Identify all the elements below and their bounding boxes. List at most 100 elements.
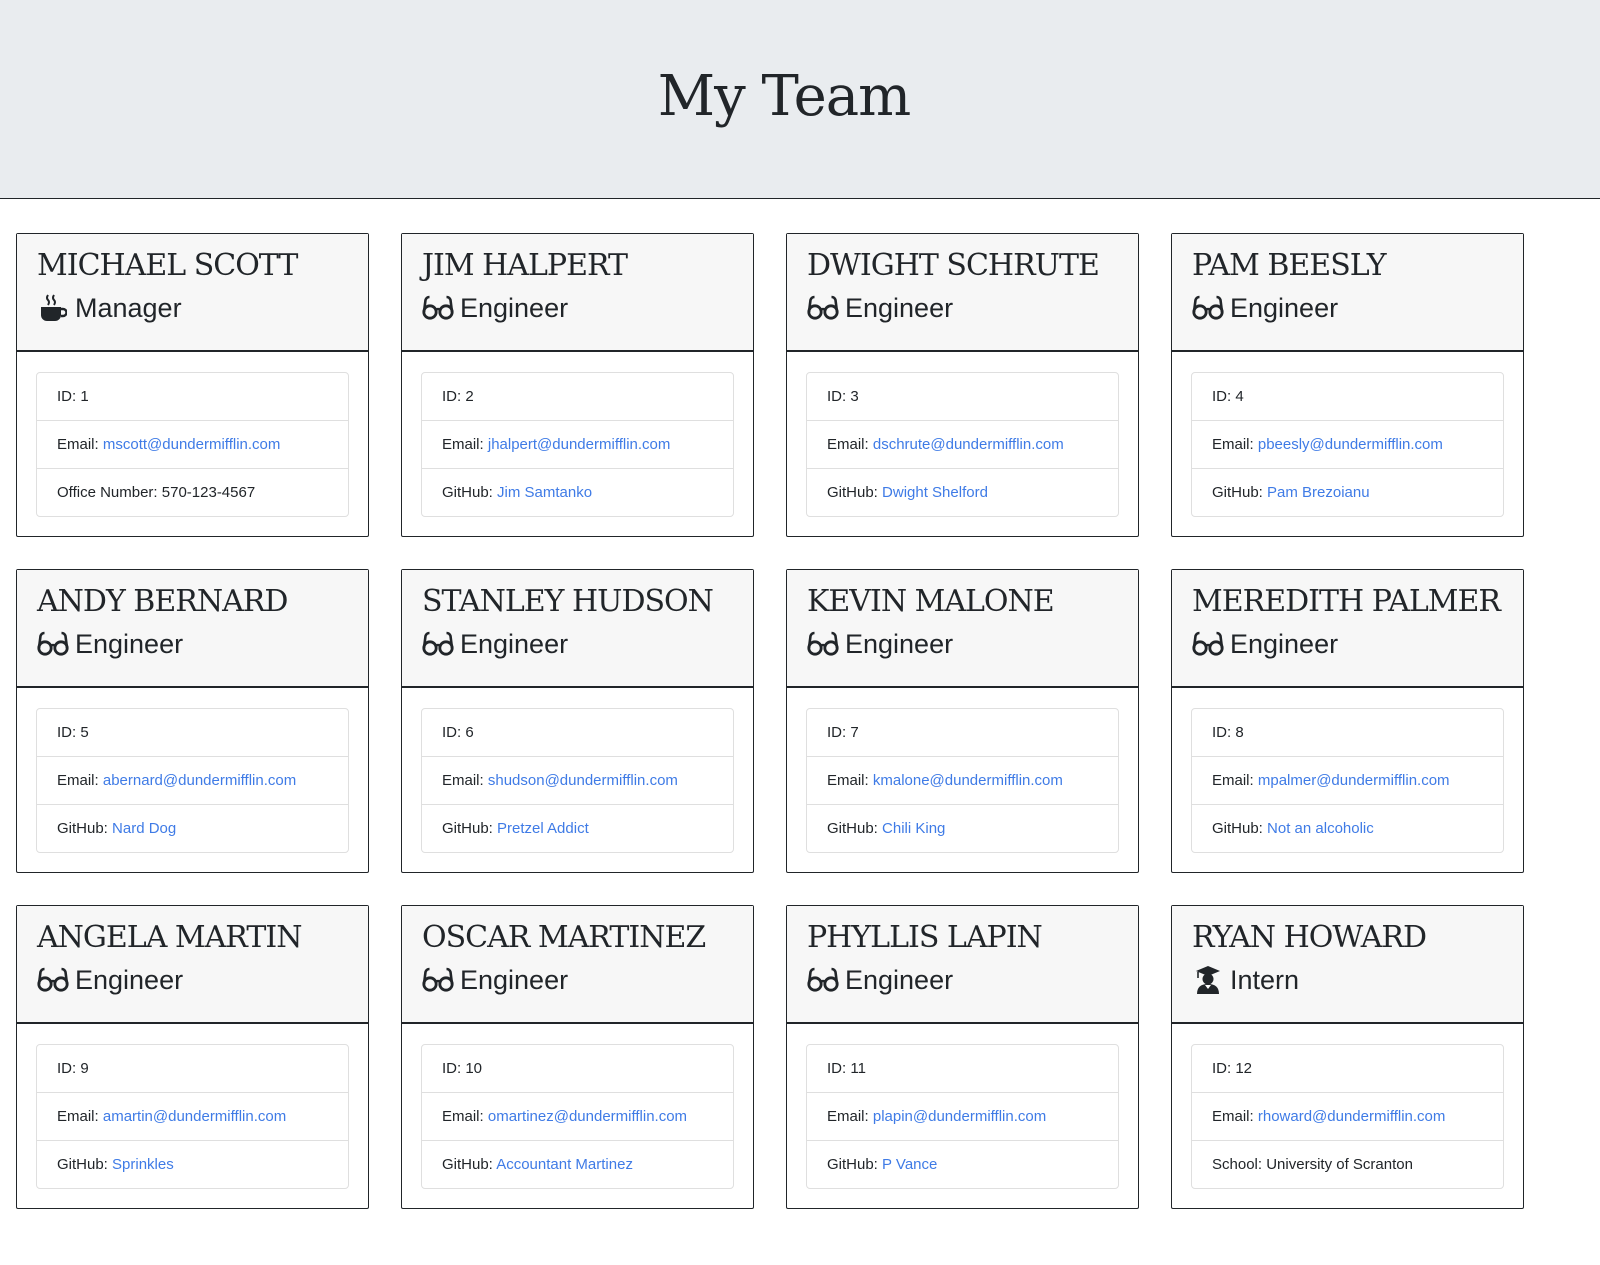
employee-card-3: DWIGHT SCHRUTE Engineer ID: 3 Email: dsc… [786,233,1139,537]
role-label: Manager [75,293,182,323]
info-list: ID: 7 Email: kmalone@dundermifflin.com G… [806,708,1119,853]
card-body: ID: 4 Email: pbeesly@dundermifflin.com G… [1172,352,1523,517]
email-row: Email: rhoward@dundermifflin.com [1192,1092,1503,1140]
employee-card-9: ANGELA MARTIN Engineer ID: 9 Email: amar… [16,905,369,1209]
email-link[interactable]: dschrute@dundermifflin.com [873,436,1064,453]
id-row: ID: 10 [422,1045,733,1092]
email-label: Email: [1212,1108,1254,1125]
id-value: 4 [1235,388,1244,405]
github-link[interactable]: Jim Samtanko [497,484,592,501]
employee-name: STANLEY HUDSON [422,584,714,619]
employee-name: MEREDITH PALMER [1192,584,1501,619]
email-link[interactable]: abernard@dundermifflin.com [103,772,296,789]
extra-label: GitHub: [1212,484,1263,501]
extra-value: University of Scranton [1266,1156,1413,1173]
extra-label: GitHub: [442,1156,493,1173]
github-link[interactable]: Not an alcoholic [1267,820,1374,837]
extra-label: GitHub: [57,1156,108,1173]
employee-name: PHYLLIS LAPIN [807,920,1043,955]
id-value: 5 [80,724,89,741]
email-link[interactable]: mscott@dundermifflin.com [103,436,281,453]
id-value: 1 [80,388,89,405]
extra-row: GitHub: Nard Dog [37,804,348,852]
employee-role: Engineer [1192,626,1503,662]
glasses-icon [422,293,454,323]
employee-role: Engineer [37,626,348,662]
employee-role: Engineer [807,626,1118,662]
email-row: Email: dschrute@dundermifflin.com [807,420,1118,468]
email-link[interactable]: jhalpert@dundermifflin.com [488,436,671,453]
card-header: KEVIN MALONE Engineer [787,570,1138,688]
github-link[interactable]: Chili King [882,820,945,837]
card-header: OSCAR MARTINEZ Engineer [402,906,753,1024]
employee-role: Manager [37,290,348,326]
email-link[interactable]: kmalone@dundermifflin.com [873,772,1063,789]
extra-row: GitHub: Dwight Shelford [807,468,1118,516]
email-link[interactable]: plapin@dundermifflin.com [873,1108,1046,1125]
github-link[interactable]: Pretzel Addict [497,820,589,837]
email-link[interactable]: rhoward@dundermifflin.com [1258,1108,1446,1125]
glasses-icon [807,629,839,659]
role-label: Engineer [460,293,569,323]
employee-name: RYAN HOWARD [1192,920,1427,955]
email-label: Email: [827,772,869,789]
employee-role: Engineer [422,626,733,662]
id-label: ID: [1212,388,1232,405]
email-label: Email: [1212,772,1254,789]
id-label: ID: [442,724,462,741]
employee-card-1: MICHAEL SCOTT Manager ID: 1 Email: mscot… [16,233,369,537]
email-link[interactable]: mpalmer@dundermifflin.com [1258,772,1450,789]
email-link[interactable]: omartinez@dundermifflin.com [488,1108,687,1125]
page-title: My Team [657,64,911,129]
extra-label: GitHub: [442,820,493,837]
info-list: ID: 10 Email: omartinez@dundermifflin.co… [421,1044,734,1189]
glasses-icon [807,293,839,323]
role-label: Engineer [1230,629,1339,659]
github-link[interactable]: P Vance [882,1156,937,1173]
employee-role: Engineer [807,290,1118,326]
employee-name: JIM HALPERT [422,248,628,283]
email-label: Email: [57,436,99,453]
extra-label: GitHub: [57,820,108,837]
card-header: STANLEY HUDSON Engineer [402,570,753,688]
email-link[interactable]: pbeesly@dundermifflin.com [1258,436,1443,453]
card-body: ID: 8 Email: mpalmer@dundermifflin.com G… [1172,688,1523,853]
info-list: ID: 5 Email: abernard@dundermifflin.com … [36,708,349,853]
extra-label: GitHub: [827,484,878,501]
glasses-icon [1192,293,1224,323]
info-list: ID: 6 Email: shudson@dundermifflin.com G… [421,708,734,853]
id-label: ID: [57,388,77,405]
id-row: ID: 7 [807,709,1118,756]
github-link[interactable]: Dwight Shelford [882,484,988,501]
employee-name: DWIGHT SCHRUTE [807,248,1100,283]
email-row: Email: amartin@dundermifflin.com [37,1092,348,1140]
card-header: ANGELA MARTIN Engineer [17,906,368,1024]
info-list: ID: 8 Email: mpalmer@dundermifflin.com G… [1191,708,1504,853]
glasses-icon [37,965,69,995]
email-row: Email: pbeesly@dundermifflin.com [1192,420,1503,468]
employee-role: Engineer [422,962,733,998]
card-body: ID: 9 Email: amartin@dundermifflin.com G… [17,1024,368,1189]
id-label: ID: [442,1060,462,1077]
employee-card-8: MEREDITH PALMER Engineer ID: 8 Email: mp… [1171,569,1524,873]
id-label: ID: [827,724,847,741]
github-link[interactable]: Accountant Martinez [496,1156,633,1173]
github-link[interactable]: Sprinkles [112,1156,174,1173]
employee-name: PAM BEESLY [1192,248,1387,283]
employee-card-7: KEVIN MALONE Engineer ID: 7 Email: kmalo… [786,569,1139,873]
card-header: ANDY BERNARD Engineer [17,570,368,688]
email-link[interactable]: amartin@dundermifflin.com [103,1108,286,1125]
email-label: Email: [57,772,99,789]
email-label: Email: [442,436,484,453]
id-value: 2 [465,388,474,405]
extra-label: GitHub: [827,1156,878,1173]
email-link[interactable]: shudson@dundermifflin.com [488,772,678,789]
email-row: Email: plapin@dundermifflin.com [807,1092,1118,1140]
id-row: ID: 1 [37,373,348,420]
github-link[interactable]: Nard Dog [112,820,176,837]
info-list: ID: 12 Email: rhoward@dundermifflin.com … [1191,1044,1504,1189]
id-value: 10 [465,1060,483,1077]
extra-label: Office Number: [57,484,158,501]
id-label: ID: [57,724,77,741]
github-link[interactable]: Pam Brezoianu [1267,484,1370,501]
